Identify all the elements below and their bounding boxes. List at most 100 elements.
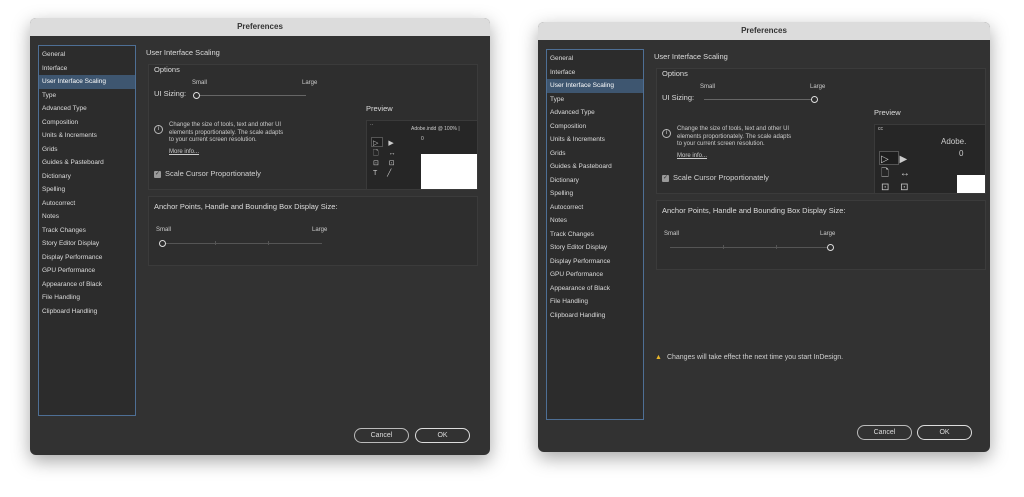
ui-sizing-slider-thumb[interactable] [810, 96, 818, 103]
anchor-size-slider-thumb[interactable] [826, 244, 834, 251]
sidebar-item[interactable]: Clipboard Handling [39, 305, 135, 319]
sidebar-item[interactable]: Track Changes [547, 228, 643, 242]
preview-page [957, 175, 985, 193]
info-text-line: Change the size of tools, text and other… [169, 122, 282, 128]
sidebar-item[interactable]: General [547, 52, 643, 66]
sidebar-item[interactable]: Guides & Pasteboard [39, 156, 135, 170]
dialog-title: Preferences [538, 22, 990, 40]
preview-label: Preview [366, 104, 393, 113]
preview-ruler-zero: 0 [421, 136, 424, 142]
sidebar-item[interactable]: Interface [39, 62, 135, 76]
slider-tick [268, 241, 269, 245]
ui-sizing-small-label: Small [192, 80, 208, 86]
sidebar-item[interactable]: Story Editor Display [39, 237, 135, 251]
checkbox-check-icon[interactable]: ✓ [154, 170, 161, 178]
preview-panel-top: cc [878, 126, 883, 132]
section-heading: User Interface Scaling [146, 48, 220, 57]
anchor-large-label: Large [820, 231, 836, 237]
preview-doc-tab: Adobe. [941, 137, 967, 146]
ui-sizing-label: UI Sizing: [154, 89, 187, 98]
dialog-title: Preferences [30, 18, 490, 36]
anchor-size-slider[interactable] [670, 244, 834, 251]
scale-cursor-checkbox[interactable]: ✓ Scale Cursor Proportionately [154, 169, 261, 178]
sidebar-item[interactable]: Units & Increments [39, 129, 135, 143]
sidebar-item[interactable]: GPU Performance [39, 264, 135, 278]
preview-tools-icons: ▷ ▶ 🗋 ↔ ⊡ ⊡ T ╱ [881, 154, 914, 193]
sidebar-item[interactable]: Interface [547, 66, 643, 80]
sidebar-item[interactable]: GPU Performance [547, 268, 643, 282]
sidebar-item[interactable]: Composition [39, 116, 135, 130]
sidebar-item[interactable]: Grids [39, 143, 135, 157]
options-label: Options [662, 69, 688, 78]
sidebar-list: General Interface User Interface Scaling Ty… [38, 45, 136, 416]
info-icon: i [154, 125, 163, 134]
scale-cursor-label: Scale Cursor Proportionately [165, 169, 261, 178]
sidebar-item[interactable]: Autocorrect [547, 201, 643, 215]
info-text-line: to your current screen resolution. [677, 141, 765, 147]
info-text-line: elements proportionately. The scale adap… [169, 129, 284, 136]
anchor-size-slider-thumb[interactable] [158, 240, 166, 247]
warning-text: Changes will take effect the next time y… [666, 354, 844, 361]
ui-sizing-slider-thumb[interactable] [192, 92, 200, 99]
sidebar-item[interactable]: Units & Increments [547, 133, 643, 147]
sidebar-item[interactable]: User Interface Scaling [39, 75, 135, 89]
sidebar-item[interactable]: User Interface Scaling [547, 79, 643, 93]
sidebar-item[interactable]: General [39, 48, 135, 62]
info-icon: i [662, 129, 671, 138]
preview-panel-top: ·· [370, 122, 374, 128]
ui-sizing-slider[interactable] [704, 96, 818, 103]
sidebar-item[interactable]: Appearance of Black [547, 282, 643, 296]
sidebar-item[interactable]: Grids [547, 147, 643, 161]
anchor-label: Anchor Points, Handle and Bounding Box D… [154, 202, 338, 211]
preview-image: cc Adobe. 0 ▷ ▶ 🗋 ↔ ⊡ ⊡ T ╱ [874, 124, 986, 194]
sidebar-item[interactable]: Notes [547, 214, 643, 228]
slider-tick [776, 245, 777, 249]
sidebar-item[interactable]: Track Changes [39, 224, 135, 238]
options-label: Options [154, 65, 180, 74]
sidebar-item[interactable]: Display Performance [39, 251, 135, 265]
warning-icon: ▲ [655, 354, 662, 361]
sidebar-item[interactable]: File Handling [547, 295, 643, 309]
sidebar-list: General Interface User Interface Scaling Ty… [546, 49, 644, 420]
anchor-small-label: Small [156, 227, 172, 233]
sidebar-item[interactable]: Notes [39, 210, 135, 224]
sidebar-item[interactable]: Composition [547, 120, 643, 134]
preview-ruler-zero: 0 [959, 149, 964, 158]
sidebar-item[interactable]: Display Performance [547, 255, 643, 269]
ok-button[interactable]: OK [415, 428, 470, 443]
cancel-button[interactable]: Cancel [354, 428, 409, 443]
anchor-size-slider[interactable] [158, 240, 322, 247]
preview-image: ·· Adobe.indd @ 100% | 0 ▷ ▶ 🗋 ↔ ⊡ ⊡ T ╱ [366, 120, 478, 190]
sidebar-item[interactable]: Advanced Type [547, 106, 643, 120]
sidebar-item[interactable]: Type [39, 89, 135, 103]
sidebar-item[interactable]: Appearance of Black [39, 278, 135, 292]
sidebar-item[interactable]: Dictionary [547, 174, 643, 188]
more-info-link[interactable]: More info... [677, 153, 707, 161]
sidebar-item[interactable]: Dictionary [39, 170, 135, 184]
sidebar-item[interactable]: Advanced Type [39, 102, 135, 116]
ui-sizing-large-label: Large [302, 80, 318, 86]
preferences-dialog-before: Preferences General Interface User Interfac… [30, 18, 490, 455]
sidebar-item[interactable]: Clipboard Handling [547, 309, 643, 323]
sidebar-item[interactable]: Type [547, 93, 643, 107]
scale-cursor-checkbox[interactable]: ✓ Scale Cursor Proportionately [662, 173, 769, 182]
more-info-link[interactable]: More info... [169, 149, 199, 157]
ui-sizing-small-label: Small [700, 84, 716, 90]
sidebar-item[interactable]: Spelling [547, 187, 643, 201]
slider-tick [215, 241, 216, 245]
cancel-button[interactable]: Cancel [857, 425, 912, 440]
preview-tools-icons: ▷ ▶ 🗋 ↔ ⊡ ⊡ T ╱ [373, 140, 400, 177]
preferences-dialog-after: Preferences General Interface User Interfac… [538, 22, 990, 452]
info-text-line: elements proportionately. The scale adap… [677, 133, 792, 140]
sidebar-item[interactable]: Guides & Pasteboard [547, 160, 643, 174]
ui-sizing-slider[interactable] [192, 92, 306, 99]
ok-button[interactable]: OK [917, 425, 972, 440]
anchor-small-label: Small [664, 231, 680, 237]
preview-label: Preview [874, 108, 901, 117]
checkbox-check-icon[interactable]: ✓ [662, 174, 669, 182]
sidebar-item[interactable]: Story Editor Display [547, 241, 643, 255]
sidebar-item[interactable]: File Handling [39, 291, 135, 305]
sidebar-item[interactable]: Spelling [39, 183, 135, 197]
scale-cursor-label: Scale Cursor Proportionately [673, 173, 769, 182]
sidebar-item[interactable]: Autocorrect [39, 197, 135, 211]
